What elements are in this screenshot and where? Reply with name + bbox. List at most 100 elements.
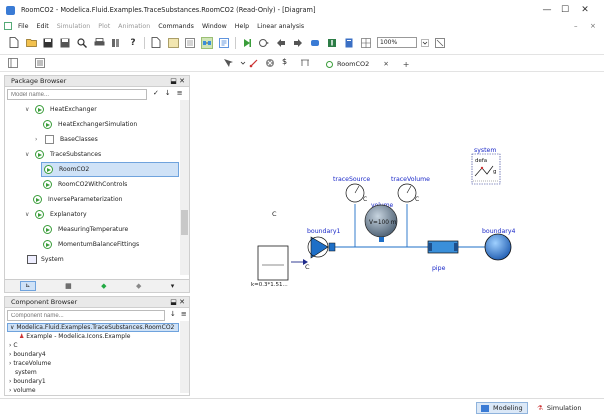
app-menu-icon[interactable] [4,22,12,30]
component-root[interactable]: ∨ Modelica.Fluid.Examples.TraceSubstance… [7,323,179,332]
panel-controls-icon[interactable]: ⬓ ✕ [170,76,185,87]
modeling-tab[interactable]: Modeling [476,402,528,414]
new-tab-icon[interactable]: + [403,60,410,69]
tree-item-measuringtemperature[interactable]: MeasuringTemperature [43,222,128,237]
sort-icon[interactable]: ↓ [165,89,171,100]
connect-tool-icon[interactable] [249,58,259,70]
menu-linear-analysis[interactable]: Linear analysis [257,23,304,30]
menu-simulation[interactable]: Simulation [57,23,91,30]
tree-item-explanatory[interactable]: ∨ Explanatory [25,207,87,222]
check-model-icon[interactable] [241,37,253,49]
component-icon[interactable] [309,37,321,49]
component-item[interactable]: › traceVolume [9,360,51,367]
back-arrow-icon[interactable]: ◆ [101,282,106,290]
menu-edit[interactable]: Edit [37,23,49,30]
diagram-view-icon[interactable] [201,36,213,49]
print-icon[interactable] [93,37,105,49]
text-view-icon[interactable] [218,37,230,49]
dropdown-tool-icon[interactable] [240,58,246,70]
tree-item-inverseparameterization[interactable]: InverseParameterization [33,192,122,207]
tree-item-tracesubstances[interactable]: ∨ TraceSubstances [25,147,101,162]
filter-check-icon[interactable]: ✓ [153,89,159,100]
minimize-button[interactable]: — [541,5,553,15]
library-icon[interactable] [110,37,122,49]
nav-back-icon[interactable] [275,37,287,49]
tracesource-sensor[interactable]: traceSource C [333,176,370,203]
forward-arrow-icon[interactable]: ◆ [136,282,141,290]
library-tab-icon[interactable]: ⊾ [19,281,36,291]
package-scrollbar[interactable] [180,100,189,275]
tree-item-system[interactable]: System [27,252,64,267]
open-folder-icon[interactable] [25,37,37,49]
tab-roomco2[interactable]: RoomCO2 ✕ + [326,57,409,71]
component-item[interactable]: › boundary4 [9,351,46,358]
tree-item-roomco2[interactable]: RoomCO2 [41,162,179,177]
component-item[interactable]: › boundary1 [9,378,46,385]
boundary1[interactable]: boundary1 C [305,228,340,271]
component-item[interactable]: › C [9,342,18,349]
grid-tab-icon[interactable]: ▦ [65,282,72,290]
menu-help[interactable]: Help [235,23,249,30]
nav-forward-icon[interactable] [292,37,304,49]
model-search-input[interactable] [7,89,147,100]
tree-item-heatexchangersimulation[interactable]: HeatExchangerSimulation [43,117,137,132]
tab-close-icon[interactable]: ✕ [383,60,388,68]
component-item[interactable]: system [15,369,37,376]
filter-options-icon[interactable]: ≡ [181,310,187,321]
close-button[interactable]: ✕ [579,5,591,15]
menu-animation[interactable]: Animation [118,23,150,30]
component-scrollbar[interactable] [180,321,189,393]
panel-layout-icon[interactable] [8,58,18,70]
chevron-down-icon[interactable]: ∨ [25,211,33,218]
chevron-down-icon[interactable]: ∨ [25,151,33,158]
block-c[interactable]: C k=0.3*1.51... [251,210,289,288]
chevron-down-icon[interactable]: ∨ [25,106,33,113]
tracevolume-sensor[interactable]: traceVolume C [391,176,430,203]
component-item[interactable]: › volume [9,387,36,393]
simulation-tab[interactable]: ⚗ Simulation [533,402,585,414]
scrollbar-thumb[interactable] [181,210,188,235]
fit-window-icon[interactable] [434,37,446,49]
select-tool-icon[interactable] [222,58,234,70]
variable-tool-icon[interactable]: $ [282,57,287,66]
tree-item-momentumbalancefittings[interactable]: MomentumBalanceFittings [43,237,139,252]
filter-options-icon[interactable]: ≡ [177,89,183,100]
menu-plot[interactable]: Plot [98,23,110,30]
menu-window[interactable]: Window [202,23,227,30]
system-block[interactable]: system defa g [471,147,501,185]
save-all-icon[interactable] [59,37,71,49]
maximize-button[interactable]: ☐ [559,5,571,15]
stop-tool-icon[interactable] [265,58,275,70]
panel-controls-icon[interactable]: ⬓ ✕ [170,297,185,308]
pipe[interactable]: pipe [427,240,459,272]
menu-file[interactable]: File [18,23,29,30]
documentation-view-icon[interactable] [184,37,196,49]
info-icon[interactable] [326,37,338,49]
tree-item-heatexchanger[interactable]: ∨ HeatExchanger [25,102,97,117]
new-file-icon[interactable] [8,37,20,49]
volume[interactable]: volume V=100 m [364,202,398,242]
options-icon[interactable]: ▾ [171,282,175,290]
search-icon[interactable] [76,37,88,49]
mdi-close-icon[interactable]: × [590,22,596,30]
chevron-down-icon[interactable] [420,37,429,49]
sort-icon[interactable]: ↓ [170,310,176,321]
document-icon[interactable] [150,37,162,49]
chevron-right-icon[interactable]: › [35,136,43,143]
tree-item-roomco2withcontrols[interactable]: RoomCO2WithControls [43,177,127,192]
component-search-input[interactable] [7,310,165,321]
panel-list-icon[interactable] [35,58,45,70]
diagram-canvas[interactable]: C k=0.3*1.51... boundary1 C traceSource … [195,73,604,396]
mdi-minimize-icon[interactable]: – [574,22,578,30]
book-icon[interactable] [343,37,355,49]
tree-item-baseclasses[interactable]: › BaseClasses [35,132,98,147]
simulate-icon[interactable] [258,37,270,49]
grid-icon[interactable] [360,37,372,49]
help-icon[interactable]: ? [127,37,139,49]
align-tool-icon[interactable] [300,58,310,70]
menu-commands[interactable]: Commands [158,23,194,30]
component-item[interactable]: ♟ Example - Modelica.Icons.Example [19,333,130,340]
zoom-select[interactable]: 100% [377,37,417,48]
icon-view-icon[interactable] [167,37,179,49]
boundary4[interactable]: boundary4 [482,228,515,261]
